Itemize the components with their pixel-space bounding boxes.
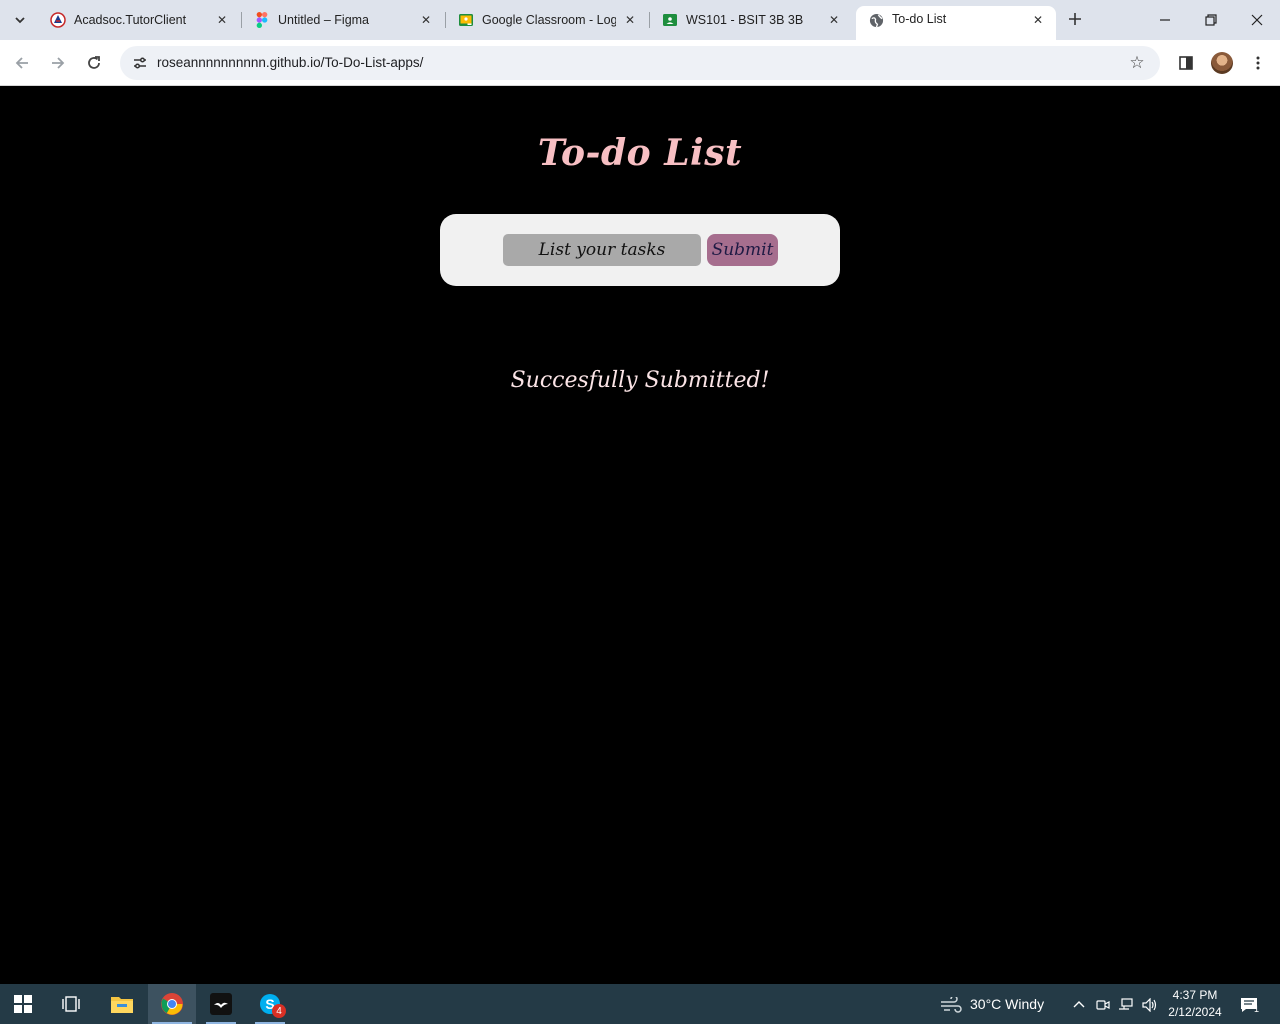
weather-wind-icon <box>939 996 963 1014</box>
arrow-left-icon <box>15 57 28 69</box>
chevron-up-icon[interactable] <box>1070 996 1088 1014</box>
notification-center-icon[interactable]: 1 <box>1238 996 1260 1014</box>
close-tab-icon[interactable]: ✕ <box>1030 12 1046 28</box>
meet-now-icon[interactable] <box>1094 996 1112 1014</box>
skype-taskbar-button[interactable]: S 4 <box>247 984 293 1024</box>
system-clock[interactable]: 4:37 PM 2/12/2024 <box>1160 987 1230 1021</box>
chrome-icon <box>161 993 183 1015</box>
new-tab-button[interactable] <box>1064 8 1086 30</box>
minimize-button[interactable] <box>1142 0 1188 40</box>
status-message: Succesfully Submitted! <box>510 368 770 393</box>
side-panel-icon[interactable] <box>1175 52 1197 74</box>
folder-icon <box>111 997 133 1013</box>
reload-button[interactable] <box>81 50 107 76</box>
chevron-down-icon <box>15 17 25 24</box>
bird-app-icon <box>210 993 232 1015</box>
task-form-card: Submit <box>440 214 840 286</box>
figma-icon <box>254 12 270 28</box>
tab-ws101[interactable]: WS101 - BSIT 3B 3B ✕ <box>650 6 852 34</box>
close-tab-icon[interactable]: ✕ <box>622 12 638 28</box>
clock-date: 2/12/2024 <box>1168 1005 1222 1019</box>
windows-taskbar: S 4 30°C Windy 4:37 PM 2/12/2024 1 <box>0 984 1280 1024</box>
url-text: roseannnnnnnnnn.github.io/To-Do-List-app… <box>157 55 424 70</box>
tab-acadsoc[interactable]: Acadsoc.TutorClient ✕ <box>38 6 240 34</box>
windows-logo-icon <box>14 995 32 1013</box>
tab-figma[interactable]: Untitled – Figma ✕ <box>242 6 444 34</box>
site-info-icon[interactable] <box>128 51 152 75</box>
google-classroom-icon <box>458 12 474 28</box>
tab-todo-list[interactable]: To-do List ✕ <box>856 6 1056 40</box>
tab-title: Google Classroom - Login <box>482 13 616 27</box>
globe-icon <box>868 12 884 28</box>
close-tab-icon[interactable]: ✕ <box>214 12 230 28</box>
submit-button[interactable]: Submit <box>707 234 778 266</box>
start-button[interactable] <box>0 984 46 1024</box>
notification-badge: 4 <box>272 1004 286 1018</box>
profile-avatar[interactable] <box>1211 52 1233 74</box>
google-classroom-icon <box>662 12 678 28</box>
volume-icon[interactable] <box>1141 996 1159 1014</box>
forward-button[interactable] <box>45 50 71 76</box>
notification-count: 1 <box>1253 1004 1259 1014</box>
task-view-button[interactable] <box>48 984 94 1024</box>
acadsoc-icon <box>50 12 66 28</box>
tab-title: WS101 - BSIT 3B 3B <box>686 13 804 27</box>
restore-icon <box>1205 14 1217 26</box>
more-menu-icon[interactable] <box>1247 52 1269 74</box>
tab-title: To-do List <box>892 12 947 26</box>
page-title: To-do List <box>537 132 743 174</box>
clock-time: 4:37 PM <box>1172 988 1218 1002</box>
close-window-button[interactable] <box>1234 0 1280 40</box>
plus-icon <box>1069 13 1081 25</box>
close-icon <box>1251 14 1263 26</box>
weather-text[interactable]: 30°C Windy <box>970 996 1044 1012</box>
tab-google-classroom[interactable]: Google Classroom - Login ✕ <box>446 6 648 34</box>
address-bar[interactable]: roseannnnnnnnnn.github.io/To-Do-List-app… <box>120 46 1160 80</box>
minimize-icon <box>1160 19 1170 21</box>
reload-icon <box>88 56 100 69</box>
close-tab-icon[interactable]: ✕ <box>418 12 434 28</box>
browser-tab-strip: Acadsoc.TutorClient ✕ Untitled – Figma ✕… <box>0 0 1280 40</box>
tab-title: Untitled – Figma <box>278 13 370 27</box>
arrow-right-icon <box>52 57 65 69</box>
tab-search-button[interactable] <box>6 8 34 32</box>
network-icon[interactable] <box>1117 996 1135 1014</box>
file-explorer-button[interactable] <box>99 984 145 1024</box>
browser-toolbar: roseannnnnnnnnn.github.io/To-Do-List-app… <box>0 40 1280 86</box>
task-input[interactable] <box>503 234 701 266</box>
bookmark-star-icon[interactable]: ☆ <box>1126 52 1148 74</box>
close-tab-icon[interactable]: ✕ <box>826 12 842 28</box>
page-content: To-do List Submit Succesfully Submitted! <box>0 87 1280 983</box>
chrome-taskbar-button[interactable] <box>148 984 196 1024</box>
task-view-icon <box>62 996 80 1012</box>
app-taskbar-button[interactable] <box>198 984 244 1024</box>
back-button[interactable] <box>9 50 35 76</box>
restore-button[interactable] <box>1188 0 1234 40</box>
tab-title: Acadsoc.TutorClient <box>74 13 187 27</box>
